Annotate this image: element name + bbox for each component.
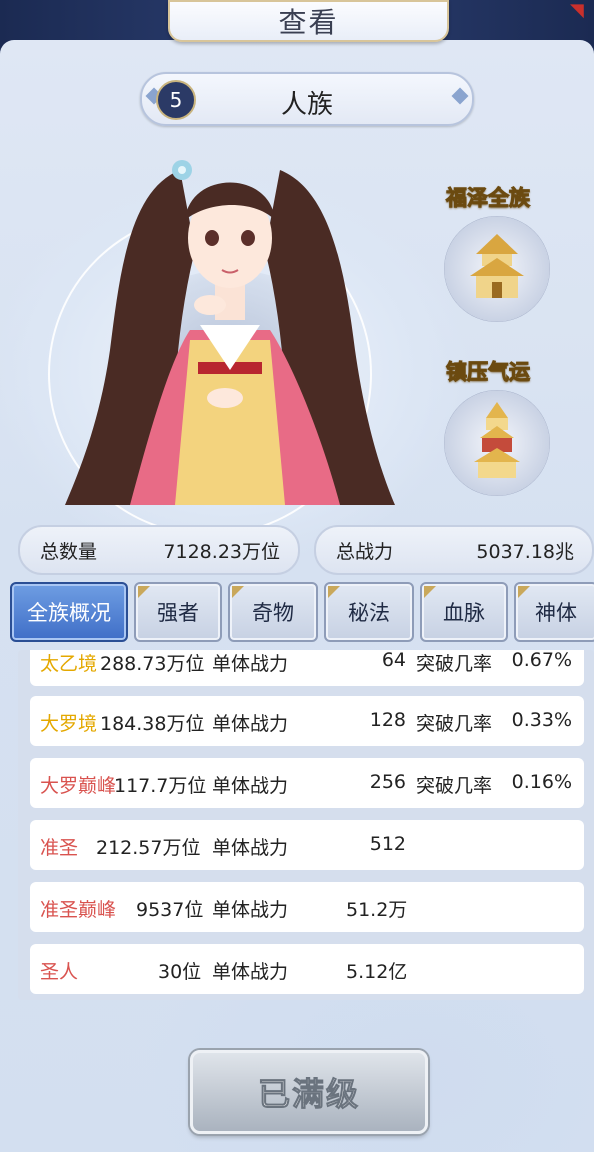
rank-count: 9537位 [136,899,204,921]
buff-label-2: 镇压气运 [446,360,531,385]
page-title: 查看 [278,6,339,39]
tab-label: 神体 [535,601,577,625]
character-portrait [65,160,395,505]
rank-count: 212.57万位 [96,837,201,859]
table-row: 太乙境 288.73万位 单体战力 64 突破几率 0.67% [30,650,584,686]
total-count-value: 7128.23万位 [163,540,280,563]
power-label: 单体战力 [212,837,289,859]
total-power-label: 总战力 [336,540,394,563]
power-label: 单体战力 [212,713,289,735]
rank-name: 大罗境 [40,713,98,735]
rank-name: 大罗巅峰 [40,775,117,797]
tab-label: 秘法 [348,601,390,625]
rank-name: 圣人 [40,961,79,983]
tab-label: 强者 [157,601,199,625]
total-count-stat: 总数量 7128.23万位 [18,525,300,575]
total-power-value: 5037.18兆 [476,540,574,563]
tab-label: 奇物 [252,601,294,625]
total-power-stat: 总战力 5037.18兆 [314,525,594,575]
power-label: 单体战力 [212,653,289,675]
rank-count: 184.38万位 [100,713,205,735]
tab-divine-body[interactable]: 神体 [514,582,594,642]
tab-label: 全族概况 [27,601,111,625]
tab-strong[interactable]: 强者 [134,582,222,642]
power-value: 512 [369,833,406,855]
power-label: 单体战力 [212,899,289,921]
power-value: 51.2万 [346,899,408,921]
chance-value: 0.67% [511,650,572,671]
power-value: 5.12亿 [346,961,408,983]
close-icon[interactable]: ◥ [570,0,590,21]
tab-bar: 全族概况 强者 奇物 秘法 血脉 神体 [10,582,594,642]
power-label: 单体战力 [212,775,289,797]
power-value: 64 [381,650,406,671]
chance-label: 突破几率 [416,653,493,675]
maxed-level-label: 已满级 [257,1075,360,1114]
buff-label-1: 福泽全族 [446,186,531,211]
rank-name: 太乙境 [40,653,98,675]
pagoda-tower-icon[interactable] [444,216,550,322]
table-row: 圣人 30位 单体战力 5.12亿 [30,944,584,994]
maxed-level-button[interactable]: 已满级 [190,1050,428,1134]
table-row: 准圣巅峰 9537位 单体战力 51.2万 [30,882,584,932]
rank-count: 288.73万位 [100,653,205,675]
tab-bloodline[interactable]: 血脉 [420,582,508,642]
tab-artifacts[interactable]: 奇物 [228,582,318,642]
golden-pagoda-icon[interactable] [444,390,550,496]
chance-label: 突破几率 [416,713,493,735]
tab-overview[interactable]: 全族概况 [10,582,128,642]
realm-list[interactable]: 太乙境 288.73万位 单体战力 64 突破几率 0.67% 大罗境 184.… [18,650,594,1000]
power-label: 单体战力 [212,961,289,983]
power-value: 256 [369,771,406,793]
total-count-label: 总数量 [40,540,98,563]
race-name: 人族 [280,90,333,120]
title-plate: 查看 [168,0,449,42]
race-selector[interactable]: 5 人族 [140,72,474,126]
table-row: 准圣 212.57万位 单体战力 512 [30,820,584,870]
rank-name: 准圣 [40,837,79,859]
tab-label: 血脉 [443,601,485,625]
power-value: 128 [369,709,406,731]
rank-name: 准圣巅峰 [40,899,117,921]
chance-label: 突破几率 [416,775,493,797]
rank-count: 117.7万位 [114,775,207,797]
tab-secret-arts[interactable]: 秘法 [324,582,414,642]
chance-value: 0.33% [511,709,572,731]
table-row: 大罗巅峰 117.7万位 单体战力 256 突破几率 0.16% [30,758,584,808]
rank-count: 30位 [158,961,202,983]
chance-value: 0.16% [511,771,572,793]
table-row: 大罗境 184.38万位 单体战力 128 突破几率 0.33% [30,696,584,746]
